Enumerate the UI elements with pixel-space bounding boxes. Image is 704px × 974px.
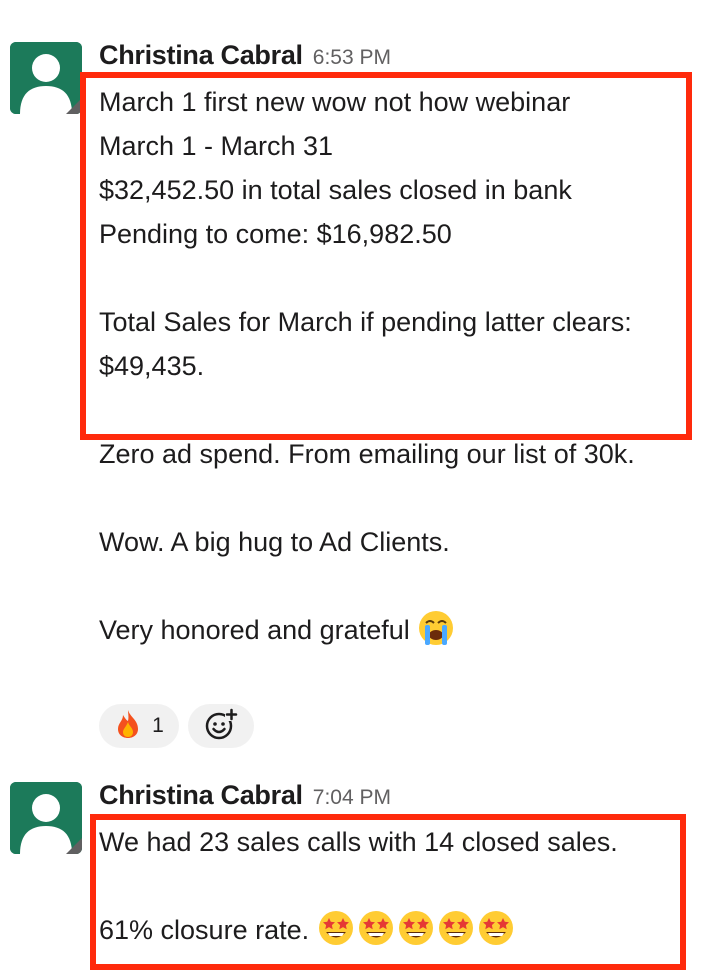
add-reaction-button[interactable] <box>188 704 254 748</box>
author-name[interactable]: Christina Cabral <box>99 780 303 810</box>
add-reaction-icon <box>204 707 238 746</box>
message-line: We had 23 sales calls with 14 closed sal… <box>99 827 618 857</box>
message-line: March 1 - March 31 <box>99 131 334 161</box>
avatar[interactable] <box>10 782 82 854</box>
message-line-text: Very honored and grateful <box>99 615 410 645</box>
message-line-text: 61% closure rate. <box>99 915 310 945</box>
user-silhouette-icon <box>10 782 82 854</box>
avatar[interactable] <box>10 42 82 114</box>
message-line: March 1 first new wow not how webinar <box>99 87 571 117</box>
message-header: Christina Cabral 6:53 PM <box>99 40 391 76</box>
star-struck-emoji <box>397 909 435 960</box>
message-line: $32,452.50 in total sales closed in bank <box>99 175 572 205</box>
star-struck-emoji <box>317 909 355 960</box>
fire-emoji <box>114 709 142 744</box>
timestamp[interactable]: 7:04 PM <box>313 786 391 809</box>
reaction-fire[interactable]: 1 <box>99 704 179 748</box>
reaction-count: 1 <box>152 714 164 737</box>
message-header: Christina Cabral 7:04 PM <box>99 780 391 816</box>
timestamp[interactable]: 6:53 PM <box>313 46 391 69</box>
message-2: Christina Cabral 7:04 PM We had 23 sales … <box>0 760 704 974</box>
message-line: Total Sales for March if pending latter … <box>99 307 632 337</box>
author-name[interactable]: Christina Cabral <box>99 40 303 70</box>
message-1: Christina Cabral 6:53 PM March 1 first ne… <box>0 0 704 760</box>
star-struck-emoji <box>437 909 475 960</box>
user-silhouette-icon <box>10 42 82 114</box>
loudly-crying-face-emoji <box>417 609 455 660</box>
message-line-with-emoji: 61% closure rate. <box>99 908 517 960</box>
star-struck-emoji-group <box>317 911 517 945</box>
star-struck-emoji <box>477 909 515 960</box>
message-line: Zero ad spend. From emailing our list of… <box>99 439 635 469</box>
message-line: Pending to come: $16,982.50 <box>99 219 452 249</box>
star-struck-emoji <box>357 909 395 960</box>
message-line: Wow. A big hug to Ad Clients. <box>99 527 450 557</box>
message-line: $49,435. <box>99 351 205 381</box>
message-line-with-emoji: Very honored and grateful <box>99 608 457 660</box>
